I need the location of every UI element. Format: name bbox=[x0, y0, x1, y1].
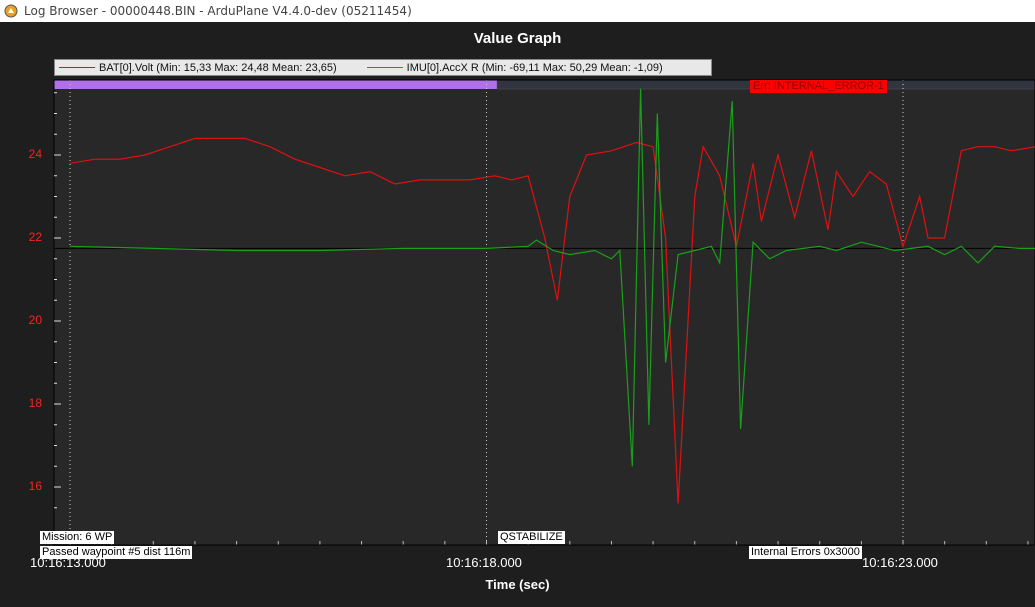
plot-background bbox=[54, 80, 1035, 545]
log-browser-app-icon bbox=[4, 4, 18, 18]
mission-mode-bar bbox=[54, 80, 497, 89]
y-tick-label: 16 bbox=[28, 479, 42, 493]
x-axis-title: Time (sec) bbox=[485, 577, 550, 592]
x-tick-label: 10:16:18.000 bbox=[446, 555, 522, 570]
mode-label-internal-errors: Internal Errors 0x3000 bbox=[749, 546, 862, 559]
mode-label-qstabilize: QSTABILIZE bbox=[498, 531, 565, 544]
mode-label-mission: Mission: 6 WP bbox=[40, 531, 115, 544]
plot-area[interactable] bbox=[0, 22, 1035, 607]
x-tick-label: 10:16:23.000 bbox=[862, 555, 938, 570]
y-tick-label: 20 bbox=[28, 313, 42, 327]
value-graph[interactable]: Value Graph BAT[0].Volt (Min: 15,33 Max:… bbox=[0, 22, 1035, 607]
window-title: Log Browser - 00000448.BIN - ArduPlane V… bbox=[24, 4, 412, 18]
x-tick-label: 10:16:13.000 bbox=[30, 555, 106, 570]
y-tick-label: 24 bbox=[28, 147, 42, 161]
y-tick-label: 18 bbox=[28, 396, 42, 410]
y-tick-label: 22 bbox=[28, 230, 42, 244]
window-titlebar: Log Browser - 00000448.BIN - ArduPlane V… bbox=[0, 0, 1035, 23]
error-label: Err: INTERNAL_ERROR-1 bbox=[750, 80, 887, 93]
